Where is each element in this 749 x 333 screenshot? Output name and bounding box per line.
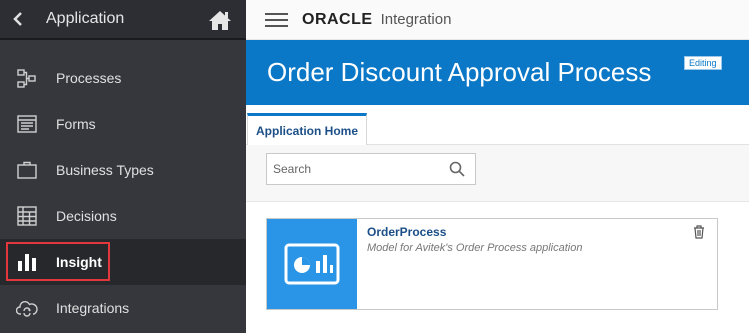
search-icon[interactable] <box>445 157 469 181</box>
tab-bar: Application Home <box>246 105 749 146</box>
editing-badge: Editing <box>684 56 722 70</box>
card-title-link[interactable]: OrderProcess <box>367 225 717 239</box>
main-panel: ORACLE Integration Order Discount Approv… <box>246 0 749 333</box>
oracle-logo: ORACLE <box>302 10 373 28</box>
sidebar-item-decisions[interactable]: Decisions <box>0 193 246 239</box>
home-icon[interactable] <box>208 9 232 31</box>
sidebar-item-forms[interactable]: Forms <box>0 101 246 147</box>
sidebar: Application Processes Forms Business Typ… <box>0 0 246 333</box>
sidebar-item-label: Business Types <box>56 162 154 178</box>
sidebar-header: Application <box>0 0 246 40</box>
sidebar-title: Application <box>46 10 125 27</box>
dashboard-icon <box>267 219 357 309</box>
search-bar-area <box>246 145 749 202</box>
sidebar-item-integrations[interactable]: Integrations <box>0 285 246 331</box>
process-flow-icon <box>16 68 38 88</box>
sidebar-item-processes[interactable]: Processes <box>0 55 246 101</box>
page-title: Order Discount Approval Process <box>267 57 652 87</box>
cloud-sync-icon <box>16 298 38 318</box>
search-input[interactable] <box>267 155 445 183</box>
top-bar: ORACLE Integration <box>246 0 749 40</box>
tab-application-home[interactable]: Application Home <box>247 113 368 146</box>
grid-table-icon <box>16 206 38 226</box>
sidebar-item-label: Decisions <box>56 208 117 224</box>
sidebar-item-label: Integrations <box>56 300 130 316</box>
application-card[interactable]: OrderProcess Model for Avitek's Order Pr… <box>266 218 718 310</box>
trash-icon[interactable] <box>693 225 707 241</box>
sidebar-item-label: Insight <box>56 254 102 270</box>
hamburger-menu-icon[interactable] <box>265 12 288 27</box>
title-banner: Order Discount Approval Process Editing <box>246 40 749 105</box>
card-body: OrderProcess Model for Avitek's Order Pr… <box>357 219 717 309</box>
search-box <box>266 153 476 185</box>
product-name: Integration <box>380 11 452 28</box>
bar-chart-icon <box>16 252 38 272</box>
sidebar-item-insight[interactable]: Insight <box>0 239 246 285</box>
form-icon <box>16 114 38 134</box>
sidebar-nav: Processes Forms Business Types Decisions… <box>0 55 246 331</box>
card-description: Model for Avitek's Order Process applica… <box>367 242 583 254</box>
app-window: Application Processes Forms Business Typ… <box>0 0 749 333</box>
sidebar-item-label: Processes <box>56 70 122 86</box>
content-area: OrderProcess Model for Avitek's Order Pr… <box>246 203 749 333</box>
briefcase-icon <box>16 160 38 180</box>
sidebar-item-business-types[interactable]: Business Types <box>0 147 246 193</box>
chevron-left-icon[interactable] <box>10 11 26 27</box>
sidebar-item-label: Forms <box>56 116 96 132</box>
